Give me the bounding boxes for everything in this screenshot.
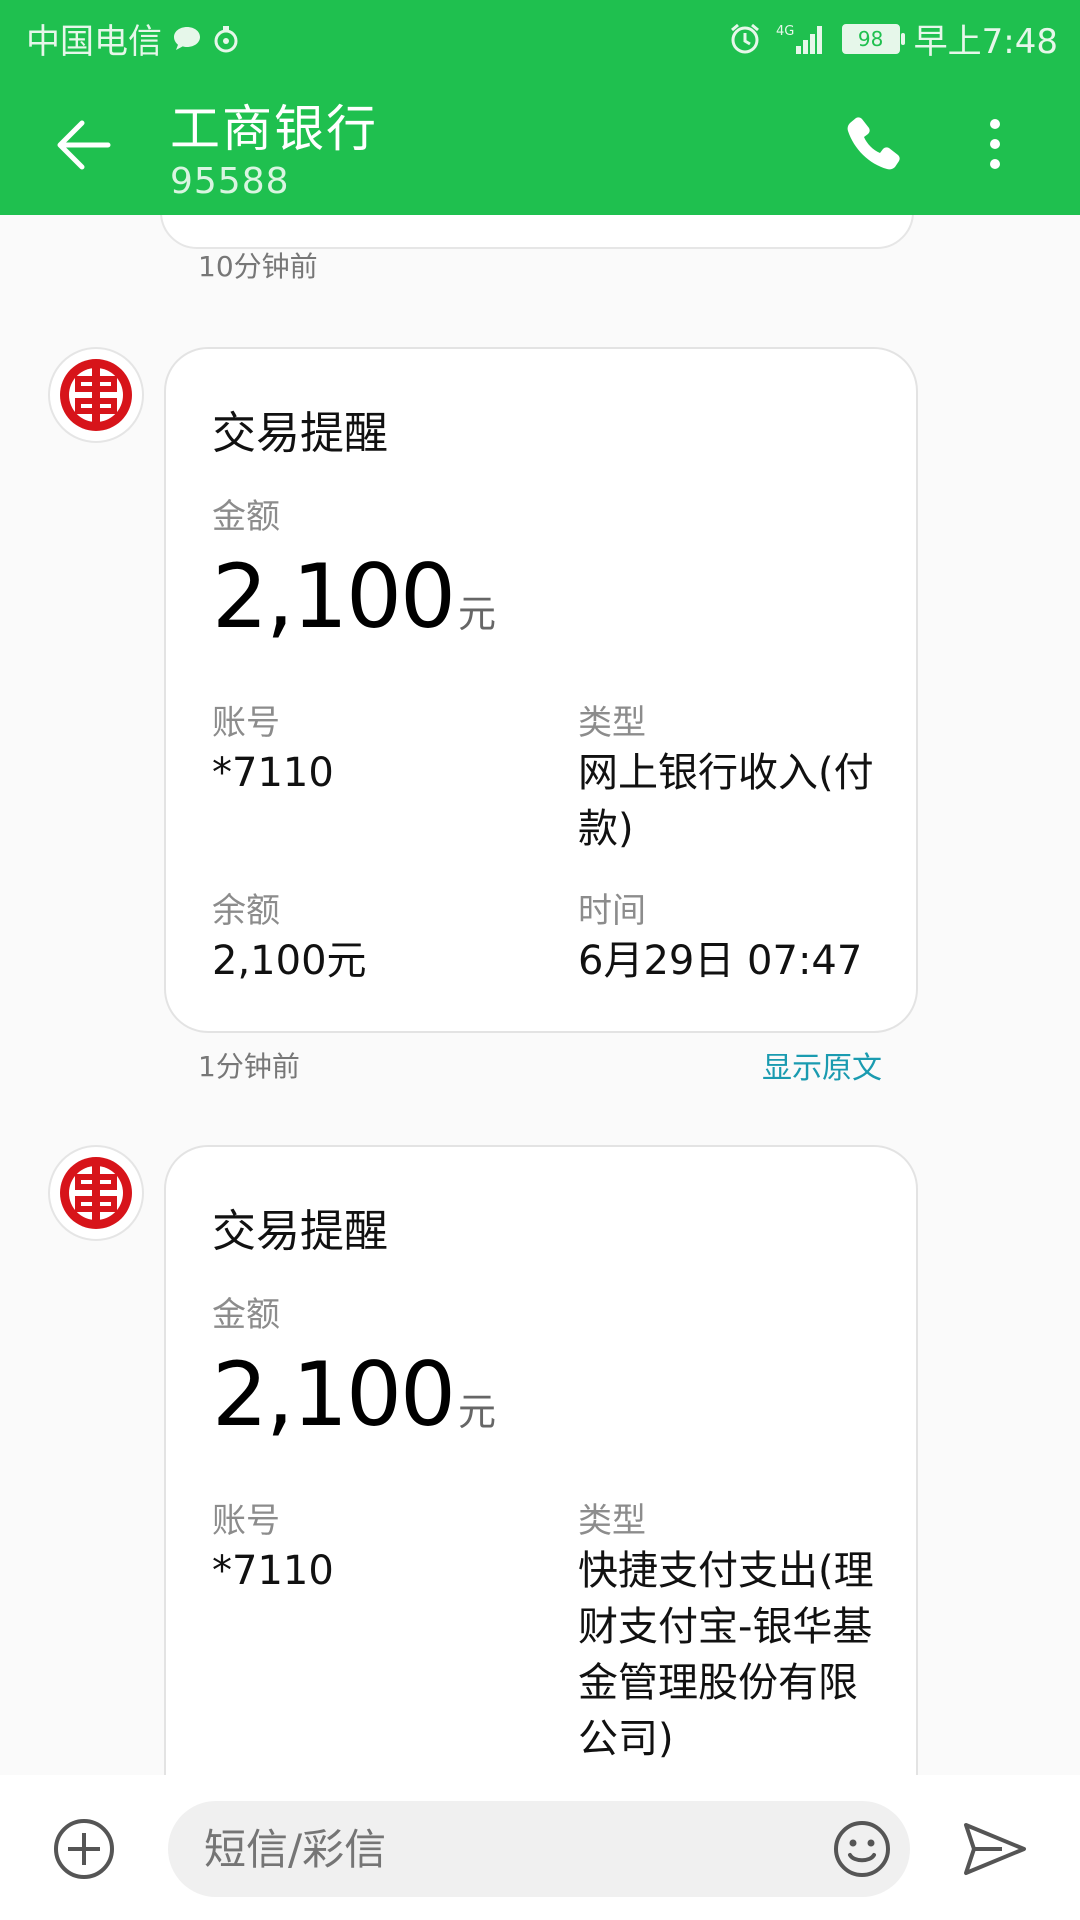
phone-icon[interactable] <box>842 112 906 176</box>
status-bar: 中国电信 4G 98 早上7:48 <box>0 0 1080 75</box>
icbc-logo-icon[interactable] <box>48 1145 144 1241</box>
show-original-link[interactable]: 显示原文 <box>762 1043 882 1087</box>
transaction-card[interactable]: 交易提醒 金额 2,100 元 账号 *7110 类型 网上银行收入(付款) 余额… <box>164 347 918 1033</box>
alarm-icon <box>728 22 762 56</box>
previous-message-time: 10分钟前 <box>198 250 318 283</box>
type-value: 网上银行收入(付款) <box>578 750 874 852</box>
amount-number: 2,100 <box>212 1343 456 1446</box>
back-arrow-icon[interactable] <box>52 113 116 177</box>
compose-bar <box>0 1775 1080 1920</box>
add-icon[interactable] <box>52 1817 116 1881</box>
previous-message-card[interactable] <box>160 215 914 249</box>
icbc-logo-icon[interactable] <box>48 347 144 443</box>
type-value: 快捷支付支出(理财支付宝-银华基金管理股份有限公司) <box>578 1548 874 1762</box>
send-icon[interactable] <box>962 1819 1028 1879</box>
more-vert-icon[interactable] <box>980 112 1010 176</box>
amount-label: 金额 <box>212 497 280 537</box>
card-title: 交易提醒 <box>212 1206 388 1257</box>
time-value: 6月29日 07:47 <box>578 938 863 984</box>
transaction-card[interactable]: 交易提醒 金额 2,100 元 账号 *7110 类型 快捷支付支出(理财支付宝-… <box>164 1145 918 1775</box>
balance-label: 余额 <box>212 891 280 931</box>
account-value: *7110 <box>212 1548 334 1594</box>
contact-number: 95588 <box>170 161 290 202</box>
message-time: 1分钟前 <box>198 1050 300 1083</box>
account-label: 账号 <box>212 1501 280 1541</box>
chat-bubble-icon <box>172 25 202 53</box>
amount-value: 2,100 元 <box>212 545 496 648</box>
card-title: 交易提醒 <box>212 408 388 459</box>
carrier-label: 中国电信 <box>26 22 162 62</box>
network-type-label: 4G <box>776 24 794 39</box>
account-label: 账号 <box>212 703 280 743</box>
message-input[interactable] <box>168 1801 910 1897</box>
contact-name: 工商银行 <box>170 100 378 158</box>
type-label: 类型 <box>578 1501 646 1541</box>
amount-number: 2,100 <box>212 545 456 648</box>
amount-label: 金额 <box>212 1295 280 1335</box>
emoji-icon[interactable] <box>832 1819 892 1879</box>
type-label: 类型 <box>578 703 646 743</box>
signal-icon: 4G <box>776 22 828 56</box>
time-label: 时间 <box>578 891 646 931</box>
amount-value: 2,100 元 <box>212 1343 496 1446</box>
message-list[interactable]: 10分钟前 交易提醒 金额 2,100 元 账号 *7110 类型 网上银行收入(… <box>0 215 1080 1775</box>
conversation-header: 工商银行 95588 <box>0 75 1080 215</box>
account-value: *7110 <box>212 750 334 796</box>
battery-indicator: 98 <box>841 23 905 54</box>
timer-icon <box>212 24 240 54</box>
amount-unit: 元 <box>457 1390 496 1434</box>
balance-value: 2,100元 <box>212 938 367 984</box>
status-time: 早上7:48 <box>913 22 1058 62</box>
amount-unit: 元 <box>457 592 496 636</box>
